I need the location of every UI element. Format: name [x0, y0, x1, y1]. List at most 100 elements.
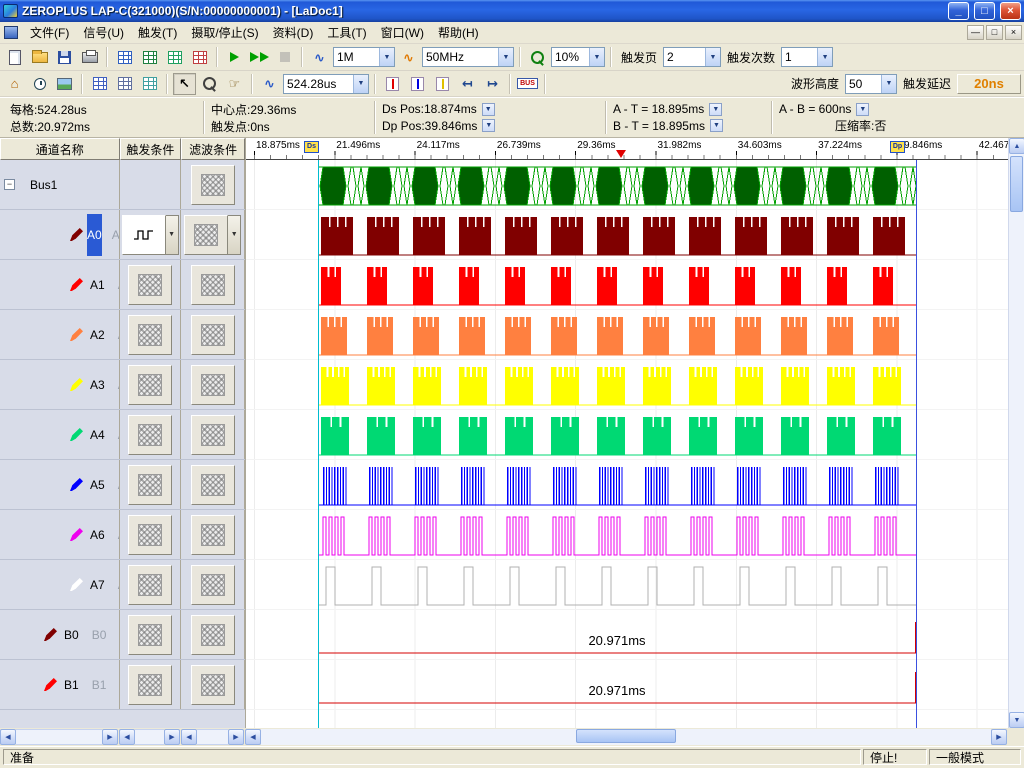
- column-header-trigger-condition[interactable]: 触发条件: [120, 138, 182, 160]
- select-tool-button[interactable]: ↖: [173, 73, 196, 95]
- filter-condition-A3-button[interactable]: [191, 365, 235, 405]
- channel-label-B0[interactable]: B0: [61, 628, 82, 642]
- ds-marker-line[interactable]: [318, 160, 319, 728]
- column-header-filter-condition[interactable]: 滤波条件: [181, 138, 245, 160]
- channel-name-cell-A7[interactable]: A7A7: [0, 560, 120, 609]
- name-column-scrollbar[interactable]: ◀▶: [0, 729, 118, 745]
- minimize-button[interactable]: _: [948, 2, 969, 20]
- time-scale-combo[interactable]: 524.28us▼: [283, 74, 369, 94]
- sample-rate-combo[interactable]: 50MHz▼: [422, 47, 514, 67]
- waveform-scroll-track[interactable]: [261, 729, 991, 745]
- wave-height-combo[interactable]: 50▼: [845, 74, 897, 94]
- waveform-scrollbar[interactable]: ◀ ▶: [245, 729, 1007, 745]
- channel-name-cell-B0[interactable]: B0B0: [0, 610, 120, 659]
- trigger-condition-A0-button[interactable]: [122, 215, 166, 255]
- channel-label-A5[interactable]: A5: [87, 478, 108, 492]
- channel-label-B1[interactable]: B1: [61, 678, 82, 692]
- vscroll-thumb[interactable]: [1010, 156, 1023, 212]
- menu-item-1[interactable]: 文件(F): [23, 21, 76, 44]
- zoom-ratio-icon-button[interactable]: [526, 46, 549, 68]
- collapse-icon[interactable]: −: [4, 179, 15, 190]
- scroll-track[interactable]: [16, 729, 102, 745]
- channel-name-cell-A1[interactable]: A1A1: [0, 260, 120, 309]
- trigger-condition-A1-button[interactable]: [128, 265, 172, 305]
- b-t-dropdown[interactable]: ▼: [710, 119, 723, 132]
- filter-condition-B0-button[interactable]: [191, 615, 235, 655]
- time-ruler[interactable]: 18.875ms21.496ms24.117ms26.739ms29.36ms3…: [246, 138, 1008, 160]
- screenshot-button[interactable]: [53, 73, 76, 95]
- trigger-count-combo-dropdown-icon[interactable]: ▼: [817, 48, 832, 66]
- channel-name-cell-A4[interactable]: A4A4: [0, 410, 120, 459]
- vertical-scrollbar[interactable]: ▲ ▼: [1008, 138, 1024, 728]
- menu-item-5[interactable]: 资料(D): [266, 21, 321, 44]
- grid-window-button[interactable]: [113, 73, 136, 95]
- waveform-row-B1[interactable]: 20.971ms: [246, 660, 1008, 710]
- trigger-column-scrollbar[interactable]: ◀▶: [119, 729, 180, 745]
- waveform-display-area[interactable]: 18.875ms21.496ms24.117ms26.739ms29.36ms3…: [246, 138, 1008, 728]
- save-file-button[interactable]: [53, 46, 76, 68]
- channel-name-cell-B1[interactable]: B1B1: [0, 660, 120, 709]
- channel-label-A4[interactable]: A4: [87, 428, 108, 442]
- dp-pos-dropdown[interactable]: ▼: [482, 119, 495, 132]
- list-window-button[interactable]: [88, 73, 111, 95]
- scroll-track[interactable]: [197, 729, 228, 745]
- scroll-right-icon[interactable]: ▶: [102, 729, 118, 745]
- scroll-right-button[interactable]: ▶: [991, 729, 1007, 745]
- filter-column-scrollbar[interactable]: ◀▶: [181, 729, 244, 745]
- channel-name-cell-A3[interactable]: A3A3: [0, 360, 120, 409]
- waveform-row-A1[interactable]: [246, 260, 1008, 310]
- waveform-row-A5[interactable]: [246, 460, 1008, 510]
- filter-condition-B1-button[interactable]: [191, 665, 235, 705]
- bus-expand-button[interactable]: BUS: [516, 73, 539, 95]
- waveform-row-A4[interactable]: [246, 410, 1008, 460]
- trigger-condition-A6-button[interactable]: [128, 515, 172, 555]
- trigger-page-combo[interactable]: 2▼: [663, 47, 721, 67]
- channel-name-cell-A6[interactable]: A6A6: [0, 510, 120, 559]
- mdi-restore-button[interactable]: □: [986, 25, 1003, 40]
- channel-label-A6[interactable]: A6: [87, 528, 108, 542]
- trigger-condition-B1-button[interactable]: [128, 665, 172, 705]
- trigger-condition-B0-button[interactable]: [128, 615, 172, 655]
- filter-condition-A0-button[interactable]: [184, 215, 228, 255]
- scroll-left-icon[interactable]: ◀: [119, 729, 135, 745]
- print-button[interactable]: [78, 46, 101, 68]
- sample-rate-icon-button[interactable]: ∿: [397, 46, 420, 68]
- waveform-row-A2[interactable]: [246, 310, 1008, 360]
- waveform-row-Bus1[interactable]: [246, 160, 1008, 210]
- menu-item-7[interactable]: 窗口(W): [374, 21, 431, 44]
- menu-item-4[interactable]: 摄取/停止(S): [184, 21, 265, 44]
- open-file-button[interactable]: [28, 46, 51, 68]
- zoom-tool-button[interactable]: [198, 73, 221, 95]
- waveform-row-A7[interactable]: [246, 560, 1008, 610]
- menu-item-8[interactable]: 帮助(H): [431, 21, 486, 44]
- scroll-up-button[interactable]: ▲: [1009, 138, 1024, 154]
- filter-condition-A5-button[interactable]: [191, 465, 235, 505]
- sample-depth-combo-dropdown-icon[interactable]: ▼: [379, 48, 394, 66]
- menu-item-2[interactable]: 信号(U): [76, 21, 131, 44]
- wave-height-combo-dropdown-icon[interactable]: ▼: [881, 75, 896, 93]
- goto-next-bar-button[interactable]: ↦: [481, 73, 504, 95]
- trigger-condition-A5-button[interactable]: [128, 465, 172, 505]
- waveform-row-A0[interactable]: [246, 210, 1008, 260]
- channel-label-A7[interactable]: A7: [87, 578, 108, 592]
- protocol-analyzer-button[interactable]: [138, 46, 161, 68]
- filter-condition-Bus1-button[interactable]: [191, 165, 235, 205]
- hand-tool-button[interactable]: ☞: [223, 73, 246, 95]
- column-header-channel-name[interactable]: 通道名称: [0, 138, 120, 160]
- menu-item-6[interactable]: 工具(T): [320, 21, 373, 44]
- a-t-dropdown[interactable]: ▼: [709, 103, 722, 116]
- scroll-right-icon[interactable]: ▶: [228, 729, 244, 745]
- ds-pos-dropdown[interactable]: ▼: [482, 103, 495, 116]
- channel-label-Bus1[interactable]: Bus1: [27, 178, 60, 192]
- bus-edit-button[interactable]: [163, 46, 186, 68]
- filter-condition-A4-button[interactable]: [191, 415, 235, 455]
- sample-depth-icon-button[interactable]: ∿: [308, 46, 331, 68]
- waveform-row-B0[interactable]: 20.971ms: [246, 610, 1008, 660]
- scroll-left-button[interactable]: ◀: [245, 729, 261, 745]
- bar-add-button[interactable]: [431, 73, 454, 95]
- scroll-right-icon[interactable]: ▶: [164, 729, 180, 745]
- vscroll-track[interactable]: [1009, 154, 1024, 712]
- bar-b-button[interactable]: [406, 73, 429, 95]
- restore-button[interactable]: □: [974, 2, 995, 20]
- channel-label-A0[interactable]: A0: [87, 214, 102, 256]
